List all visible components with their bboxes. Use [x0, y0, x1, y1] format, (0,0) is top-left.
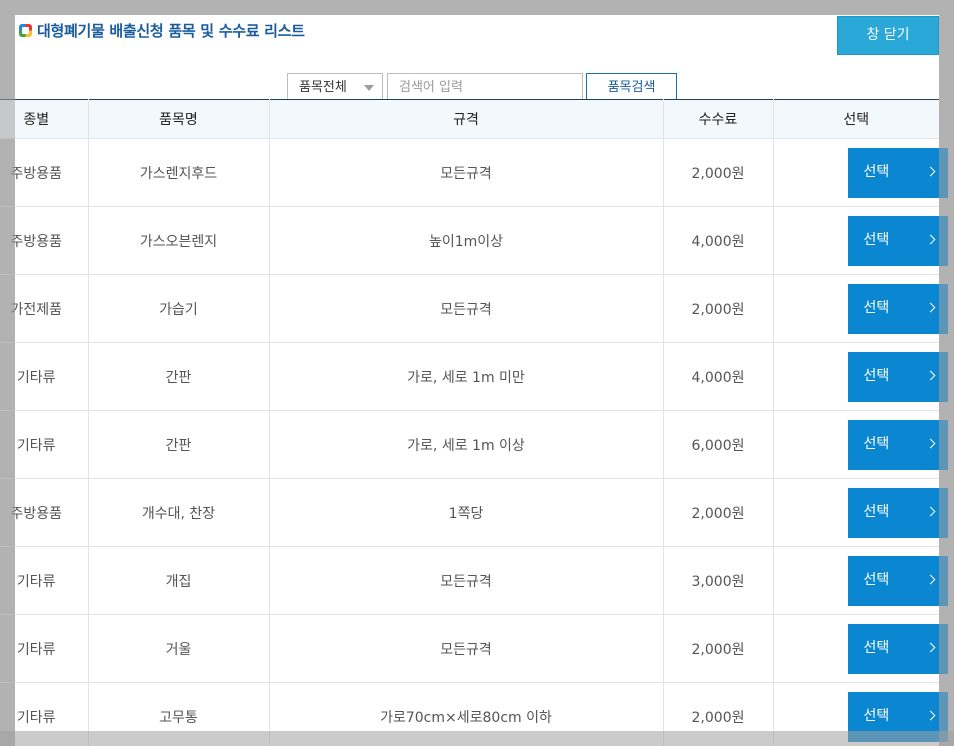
select-button[interactable]: 선택 [847, 623, 948, 674]
chevron-right-icon [925, 438, 935, 448]
select-button-label: 선택 [863, 231, 890, 248]
chevron-right-icon [925, 370, 935, 380]
cell-select: 선택 [773, 478, 948, 547]
cell-spec: 모든규격 [269, 546, 664, 615]
select-button[interactable]: 선택 [847, 147, 948, 198]
table-row: 기타류 거울 모든규격 2,000원 선택 [0, 614, 948, 683]
cell-name: 간판 [88, 342, 270, 411]
select-button-label: 선택 [863, 503, 890, 520]
select-button-label: 선택 [863, 571, 890, 588]
cell-name: 가습기 [88, 274, 270, 343]
cell-select: 선택 [773, 614, 948, 683]
cell-name: 개집 [88, 546, 270, 615]
chevron-right-icon [925, 166, 935, 176]
cell-spec: 가로, 세로 1m 미만 [269, 342, 664, 411]
cell-select: 선택 [773, 206, 948, 275]
select-button[interactable]: 선택 [847, 283, 948, 334]
select-button[interactable]: 선택 [847, 487, 948, 538]
cell-select: 선택 [773, 342, 948, 411]
table-row: 가전제품 가습기 모든규격 2,000원 선택 [0, 274, 948, 343]
search-input[interactable] [387, 73, 583, 102]
title-bar: 대형폐기물 배출신청 품목 및 수수료 리스트 [15, 15, 939, 55]
table-row: 주방용품 가스오븐렌지 높이1m이상 4,000원 선택 [0, 206, 948, 275]
page-title: 대형폐기물 배출신청 품목 및 수수료 리스트 [37, 22, 305, 40]
select-button[interactable]: 선택 [847, 215, 948, 266]
table-header-row: 종별 품목명 규격 수수료 선택 [0, 99, 939, 139]
cell-name: 거울 [88, 614, 270, 683]
cell-name: 가스오븐렌지 [88, 206, 270, 275]
select-button[interactable]: 선택 [847, 351, 948, 402]
cell-select: 선택 [773, 546, 948, 615]
backdrop-bottom [0, 731, 954, 746]
cell-fee: 4,000원 [663, 206, 774, 275]
table-row: 주방용품 가스렌지후드 모든규격 2,000원 선택 [0, 138, 948, 207]
chevron-right-icon [925, 302, 935, 312]
select-button[interactable]: 선택 [847, 555, 948, 606]
select-button-label: 선택 [863, 299, 890, 316]
cell-spec: 모든규격 [269, 614, 664, 683]
chevron-right-icon [925, 710, 935, 720]
header-fee: 수수료 [663, 99, 774, 139]
cell-name: 개수대, 찬장 [88, 478, 270, 547]
cell-name: 간판 [88, 410, 270, 479]
backdrop-top [15, 0, 939, 15]
chevron-right-icon [925, 506, 935, 516]
chevron-right-icon [925, 642, 935, 652]
select-button-label: 선택 [863, 707, 890, 724]
category-select[interactable]: 품목전체 [287, 73, 383, 102]
cell-fee: 2,000원 [663, 138, 774, 207]
cell-select: 선택 [773, 410, 948, 479]
fee-table: 종별 품목명 규격 수수료 선택 주방용품 가스렌지후드 모든규격 2,000원 선택 주… [0, 99, 948, 746]
cell-fee: 3,000원 [663, 546, 774, 615]
category-select-value: 품목전체 [299, 80, 347, 95]
app-logo-icon [19, 24, 32, 37]
header-spec: 규격 [269, 99, 664, 139]
cell-spec: 가로, 세로 1m 이상 [269, 410, 664, 479]
cell-fee: 4,000원 [663, 342, 774, 411]
chevron-right-icon [925, 574, 935, 584]
header-name: 품목명 [88, 99, 270, 139]
cell-fee: 2,000원 [663, 614, 774, 683]
select-button[interactable]: 선택 [847, 419, 948, 470]
select-button-label: 선택 [863, 435, 890, 452]
chevron-down-icon [364, 85, 374, 91]
cell-fee: 2,000원 [663, 274, 774, 343]
cell-spec: 모든규격 [269, 138, 664, 207]
backdrop-right [939, 0, 954, 746]
cell-name: 가스렌지후드 [88, 138, 270, 207]
close-window-button[interactable]: 창 닫기 [837, 16, 939, 55]
header-select: 선택 [773, 99, 939, 139]
cell-select: 선택 [773, 274, 948, 343]
table-row: 기타류 간판 가로, 세로 1m 미만 4,000원 선택 [0, 342, 948, 411]
cell-spec: 모든규격 [269, 274, 664, 343]
table-row: 기타류 간판 가로, 세로 1m 이상 6,000원 선택 [0, 410, 948, 479]
table-row: 주방용품 개수대, 찬장 1쪽당 2,000원 선택 [0, 478, 948, 547]
table-row: 기타류 개집 모든규격 3,000원 선택 [0, 546, 948, 615]
select-button-label: 선택 [863, 639, 890, 656]
cell-spec: 높이1m이상 [269, 206, 664, 275]
cell-fee: 6,000원 [663, 410, 774, 479]
cell-fee: 2,000원 [663, 478, 774, 547]
chevron-right-icon [925, 234, 935, 244]
cell-spec: 1쪽당 [269, 478, 664, 547]
backdrop-left [0, 0, 15, 746]
select-button-label: 선택 [863, 367, 890, 384]
cell-select: 선택 [773, 138, 948, 207]
select-button-label: 선택 [863, 163, 890, 180]
